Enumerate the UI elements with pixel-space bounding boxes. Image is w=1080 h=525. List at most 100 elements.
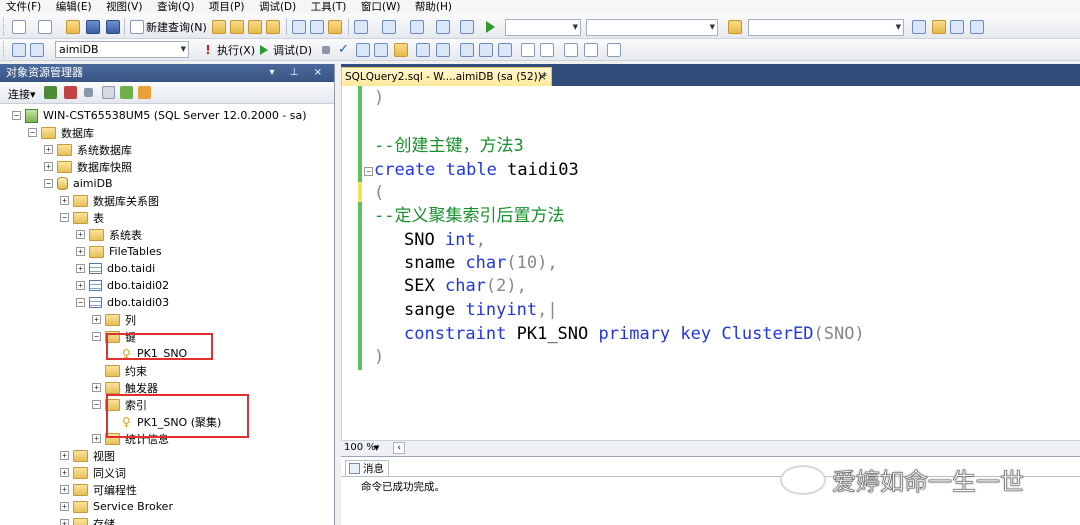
solution-config-dropdown[interactable]: ▼ <box>505 19 581 36</box>
tree-node-filetables[interactable]: + FileTables <box>76 243 162 260</box>
menu-project[interactable]: 项目(P) <box>205 1 249 13</box>
object-explorer-button[interactable] <box>912 18 926 36</box>
window-button[interactable] <box>970 18 984 36</box>
collapse-icon[interactable]: − <box>44 179 53 188</box>
tree-node-database-diagrams[interactable]: + 数据库关系图 <box>60 192 159 209</box>
collapse-icon[interactable]: − <box>76 298 85 307</box>
change-connection-button[interactable] <box>30 41 44 59</box>
collapse-region-icon[interactable]: − <box>364 167 373 176</box>
toolbox-button[interactable] <box>950 18 964 36</box>
undo-button[interactable] <box>354 18 368 36</box>
close-icon[interactable]: × <box>538 68 547 86</box>
parse-button[interactable]: ✓ <box>338 41 352 59</box>
new-query-button[interactable]: 新建查询(N) <box>130 18 207 36</box>
expand-icon[interactable]: + <box>60 468 69 477</box>
tree-node-service-broker[interactable]: + Service Broker <box>60 498 173 515</box>
scroll-left-icon[interactable]: ‹ <box>393 442 405 454</box>
collapse-icon[interactable]: − <box>92 400 101 409</box>
tree-node-server[interactable]: − WIN-CST65538UM5 (SQL Server 12.0.2000 … <box>12 107 307 124</box>
toolbar-grip[interactable] <box>3 18 6 35</box>
chevron-down-icon[interactable]: ▼ <box>374 441 379 455</box>
results-to-text-button[interactable] <box>460 41 474 59</box>
toolbar-grip[interactable] <box>3 41 6 58</box>
expand-icon[interactable]: + <box>60 519 69 525</box>
uncomment-button[interactable] <box>540 41 554 59</box>
include-plan-button[interactable] <box>436 41 450 59</box>
query-options-button[interactable] <box>394 41 408 59</box>
panel-header-buttons[interactable]: ▾ ⊥ × <box>270 64 328 82</box>
tree-node-aimidb[interactable]: − aimiDB <box>44 175 113 192</box>
expand-icon[interactable]: + <box>76 230 85 239</box>
database-dropdown[interactable]: aimiDB ▼ <box>55 41 189 58</box>
save-button[interactable] <box>86 18 100 36</box>
tree-node-system-databases[interactable]: + 系统数据库 <box>44 141 132 158</box>
tree-node-dbo-taidi[interactable]: + dbo.taidi <box>76 260 155 277</box>
collapse-icon[interactable]: − <box>28 128 37 137</box>
connect-button[interactable] <box>12 41 26 59</box>
open-file-button[interactable] <box>66 18 80 36</box>
expand-icon[interactable]: + <box>76 281 85 290</box>
menu-tools[interactable]: 工具(T) <box>307 1 351 13</box>
tree-node-database-snapshots[interactable]: + 数据库快照 <box>44 158 132 175</box>
properties-button[interactable] <box>932 18 946 36</box>
menu-debug[interactable]: 调试(D) <box>255 1 300 13</box>
collapse-icon[interactable]: − <box>12 111 21 120</box>
menu-edit[interactable]: 编辑(E) <box>52 1 96 13</box>
paste-button[interactable] <box>328 18 342 36</box>
debug-button[interactable]: 调试(D) <box>260 41 312 59</box>
menu-view[interactable]: 视图(V) <box>102 1 146 13</box>
xmla-query-button[interactable] <box>266 18 280 36</box>
tree-node-databases[interactable]: − 数据库 <box>28 124 94 141</box>
expand-icon[interactable]: + <box>60 451 69 460</box>
navigate-forward-button[interactable] <box>436 18 450 36</box>
intellisense-button[interactable] <box>416 41 430 59</box>
cut-button[interactable] <box>292 18 306 36</box>
tree-node-constraints[interactable]: 约束 <box>105 362 147 379</box>
menu-file[interactable]: 文件(F) <box>0 1 45 13</box>
comment-out-button[interactable] <box>521 41 535 59</box>
messages-tab[interactable]: 消息 <box>345 460 389 477</box>
tree-node-synonyms[interactable]: + 同义词 <box>60 464 126 481</box>
expand-icon[interactable]: + <box>92 315 101 324</box>
specify-template-values-button[interactable] <box>607 41 621 59</box>
menu-query[interactable]: 查询(Q) <box>153 1 198 13</box>
increase-indent-button[interactable] <box>584 41 598 59</box>
code-editor[interactable]: − ) --创建主键，方法3 create table taidi03 ( --… <box>341 86 1080 446</box>
expand-icon[interactable]: + <box>60 196 69 205</box>
expand-icon[interactable]: + <box>60 485 69 494</box>
platform-dropdown[interactable]: ▼ <box>586 19 718 36</box>
add-item-button[interactable] <box>38 18 52 36</box>
cancel-query-button[interactable] <box>322 41 330 59</box>
find-dropdown[interactable]: ▼ <box>748 19 904 36</box>
decrease-indent-button[interactable] <box>564 41 578 59</box>
expand-icon[interactable]: + <box>76 247 85 256</box>
expand-icon[interactable]: + <box>60 502 69 511</box>
expand-icon[interactable]: + <box>76 264 85 273</box>
expand-icon[interactable]: + <box>44 145 53 154</box>
analysis-query-button[interactable] <box>230 18 244 36</box>
tree-node-views[interactable]: + 视图 <box>60 447 115 464</box>
filter-icon[interactable] <box>102 86 115 99</box>
disconnect-icon[interactable] <box>64 86 77 99</box>
collapse-icon[interactable]: − <box>92 332 101 341</box>
tree-node-columns[interactable]: + 列 <box>92 311 136 328</box>
menu-help[interactable]: 帮助(H) <box>411 1 456 13</box>
tree-node-system-tables[interactable]: + 系统表 <box>76 226 142 243</box>
stop-icon[interactable] <box>84 88 93 97</box>
results-to-file-button[interactable] <box>498 41 512 59</box>
connect-server-icon[interactable] <box>44 86 57 99</box>
collapse-icon[interactable]: − <box>60 213 69 222</box>
find-in-files-button[interactable] <box>728 18 742 36</box>
tree-node-dbo-taidi03[interactable]: − dbo.taidi03 <box>76 294 169 311</box>
results-to-grid-button[interactable] <box>479 41 493 59</box>
expand-icon[interactable]: + <box>44 162 53 171</box>
redo-button[interactable] <box>382 18 396 36</box>
display-plan-button[interactable] <box>356 41 370 59</box>
query-designer-button[interactable] <box>374 41 388 59</box>
start-debug-button[interactable] <box>486 18 495 36</box>
tree-node-storage[interactable]: + 存储 <box>60 515 115 525</box>
execute-button[interactable]: ! 执行(X) <box>201 41 255 59</box>
query-document-tab[interactable]: SQLQuery2.sql - W....aimiDB (sa (52))* × <box>341 67 552 86</box>
dmx-query-button[interactable] <box>248 18 262 36</box>
tree-node-tables[interactable]: − 表 <box>60 209 104 226</box>
